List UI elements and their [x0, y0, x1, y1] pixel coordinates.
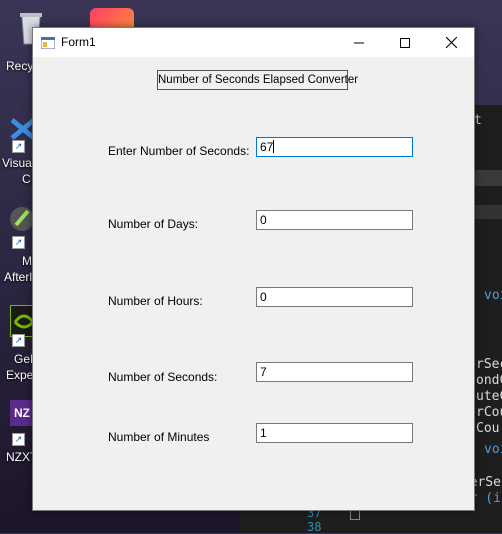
app-shortcut-icon[interactable]	[90, 8, 134, 28]
shortcut-arrow-icon: ↗	[12, 140, 25, 153]
code-fragment: Cou	[476, 421, 500, 436]
label-days: Number of Days:	[108, 217, 199, 231]
editor-toolbar	[473, 205, 502, 219]
shortcut-arrow-icon: ↗	[12, 433, 25, 446]
code-fragment: ondC	[476, 373, 502, 388]
code-fragment: voi	[484, 288, 502, 303]
desktop-label-visual-2: C	[22, 172, 31, 186]
app-form-icon	[40, 36, 56, 50]
shortcut-arrow-icon: ↗	[12, 236, 25, 249]
minutes-output[interactable]: 1	[256, 423, 413, 443]
window-title: Form1	[61, 35, 96, 49]
code-fragment: voi	[484, 442, 502, 457]
code-fragment: rSec	[476, 357, 502, 372]
seconds-input[interactable]: 67	[256, 137, 413, 157]
days-output[interactable]: 0	[256, 210, 413, 230]
text-caret	[273, 140, 275, 153]
label-enter-seconds: Enter Number of Seconds:	[108, 144, 250, 158]
minimize-icon	[354, 42, 364, 43]
shortcut-arrow-icon: ↗	[12, 334, 25, 347]
label-seconds: Number of Seconds:	[108, 370, 218, 384]
code-fragment: uteC	[476, 389, 502, 404]
form1-window: Form1 Number of Seconds Elapsed Converte…	[32, 27, 475, 511]
line-number: 38	[307, 520, 322, 534]
minimize-button[interactable]	[336, 28, 382, 57]
desktop-label-visual: Visua	[2, 156, 32, 170]
hours-output[interactable]: 0	[256, 287, 413, 307]
maximize-icon	[400, 37, 410, 48]
nzxt-icon[interactable]: NZ	[10, 400, 34, 426]
label-hours: Number of Hours:	[108, 294, 203, 308]
maximize-button[interactable]	[382, 28, 428, 57]
title-bar[interactable]: Form1	[33, 28, 474, 57]
close-icon	[445, 37, 457, 48]
form-heading: Number of Seconds Elapsed Converter	[157, 70, 358, 90]
desktop-label-afterburner: M	[22, 254, 32, 268]
seconds-input-value: 67	[260, 140, 274, 154]
desktop-label-nvidia-2: Expe	[6, 368, 34, 382]
close-button[interactable]	[428, 28, 474, 57]
desktop-label-afterburner-2: Afterl	[4, 270, 33, 284]
editor-tab-strip	[473, 170, 502, 186]
label-minutes: Number of Minutes	[108, 430, 210, 444]
collapse-toggle-icon[interactable]	[350, 510, 360, 520]
seconds-output[interactable]: 7	[256, 362, 413, 382]
code-fragment: rCou	[476, 405, 502, 420]
code-fragment: t	[474, 113, 482, 128]
desktop-label-recycle: Recy	[6, 59, 34, 73]
